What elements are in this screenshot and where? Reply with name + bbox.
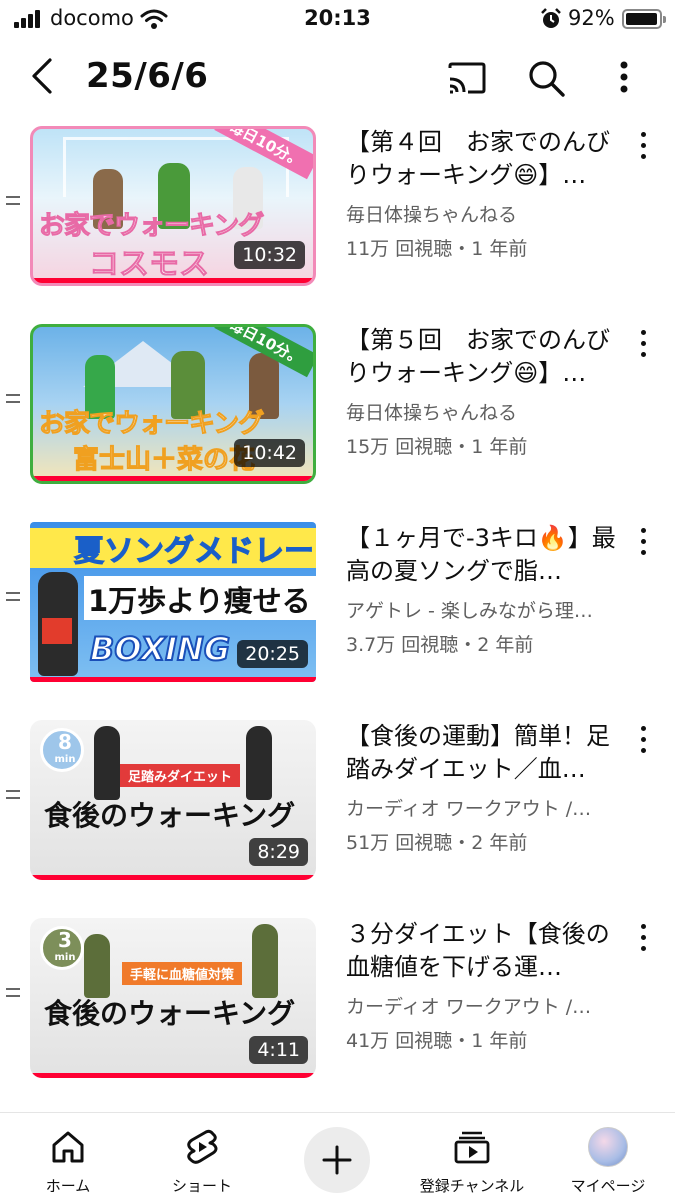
nav-mypage[interactable]: マイページ xyxy=(548,1123,668,1199)
back-arrow-icon xyxy=(32,58,52,94)
nav-label: ショート xyxy=(171,1177,232,1195)
search-button[interactable] xyxy=(524,56,568,100)
more-vert-icon[interactable] xyxy=(636,330,652,360)
more-vert-icon xyxy=(620,61,628,93)
channel-name[interactable]: 毎日体操ちゃんねる xyxy=(346,200,628,227)
watch-progress-bar xyxy=(33,476,313,481)
shorts-icon xyxy=(187,1129,218,1164)
thumbnail-caption: お家でウォーキング xyxy=(38,409,264,440)
video-metadata: 51万 回視聴・2 年前 xyxy=(346,832,528,854)
home-icon xyxy=(52,1131,84,1163)
video-duration: 10:32 xyxy=(234,241,305,269)
video-metadata: 15万 回視聴・1 年前 xyxy=(346,436,528,458)
channel-name[interactable]: カーディオ ワークアウト /… xyxy=(346,794,628,821)
video-metadata: 11万 回視聴・1 年前 xyxy=(346,238,528,260)
nav-label: 登録チャンネル xyxy=(419,1177,525,1195)
more-vert-icon[interactable] xyxy=(636,726,652,756)
thumbnail-caption: コスモス xyxy=(89,247,210,283)
watch-progress-bar xyxy=(30,875,316,880)
video-title[interactable]: 【第４回 お家でのんびりウォーキング😄】… xyxy=(346,126,628,191)
more-vert-icon[interactable] xyxy=(636,924,652,954)
thumbnail-caption: 食後のウォーキング xyxy=(44,997,296,1030)
bottom-navigation: ホーム ショート 登録チャンネル マイページ xyxy=(0,1112,675,1200)
thumbnail-minutes: 3 xyxy=(58,928,72,952)
header: 25/6/6 xyxy=(0,44,675,110)
video-thumbnail[interactable]: 夏ソングメドレー 1万歩より痩せる BOXING 20:25 xyxy=(30,522,316,682)
status-bar: docomo 20:13 92% xyxy=(0,0,675,40)
drag-handle-icon[interactable] xyxy=(6,790,22,804)
thumbnail-badge: 手軽に血糖値対策 xyxy=(122,962,243,985)
video-title[interactable]: ３分ダイエット【食後の血糖値を下げる運… xyxy=(346,918,628,983)
list-item[interactable]: 夏ソングメドレー 1万歩より痩せる BOXING 20:25 【１ヶ月で-3キロ… xyxy=(0,514,675,686)
video-thumbnail[interactable]: 3 min 手軽に血糖値対策 食後のウォーキング 4:11 xyxy=(30,918,316,1078)
battery-icon xyxy=(622,9,666,29)
list-item[interactable]: 3 min 手軽に血糖値対策 食後のウォーキング 4:11 ３分ダイエット【食後… xyxy=(0,910,675,1082)
watch-progress-bar xyxy=(33,278,313,283)
drag-handle-icon[interactable] xyxy=(6,196,22,210)
cast-icon xyxy=(448,62,486,94)
video-duration: 10:42 xyxy=(234,439,305,467)
thumbnail-caption: 食後のウォーキング xyxy=(44,799,296,832)
thumbnail-caption: 1万歩より痩せる xyxy=(88,584,311,618)
video-metadata: 41万 回視聴・1 年前 xyxy=(346,1030,528,1052)
video-duration: 8:29 xyxy=(249,838,308,866)
more-options-button[interactable] xyxy=(602,56,646,100)
channel-name[interactable]: 毎日体操ちゃんねる xyxy=(346,398,628,425)
nav-subscriptions[interactable]: 登録チャンネル xyxy=(412,1123,532,1199)
drag-handle-icon[interactable] xyxy=(6,988,22,1002)
list-item[interactable]: 8 min 足踏みダイエット 食後のウォーキング 8:29 【食後の運動】簡単！… xyxy=(0,712,675,884)
nav-label: マイページ xyxy=(570,1177,646,1195)
video-title[interactable]: 【１ヶ月で-3キロ🔥】最高の夏ソングで脂… xyxy=(346,522,628,587)
avatar xyxy=(588,1127,628,1167)
watch-progress-bar xyxy=(30,1073,316,1078)
video-duration: 4:11 xyxy=(249,1036,308,1064)
cast-button[interactable] xyxy=(444,56,488,100)
channel-name[interactable]: カーディオ ワークアウト /… xyxy=(346,992,628,1019)
search-icon xyxy=(529,61,565,97)
thumbnail-minutes-unit: min xyxy=(54,754,76,765)
video-title[interactable]: 【食後の運動】簡単！足踏みダイエット／血… xyxy=(346,720,628,785)
back-button[interactable] xyxy=(24,54,64,98)
video-title[interactable]: 【第５回 お家でのんびりウォーキング😄】… xyxy=(346,324,628,389)
alarm-icon xyxy=(541,8,561,28)
page-title: 25/6/6 xyxy=(86,56,209,96)
channel-name[interactable]: アゲトレ - 楽しみながら理… xyxy=(346,596,628,623)
list-item[interactable]: お家でウォーキング コスモス 毎日10分。 10:32 【第４回 お家でのんびり… xyxy=(0,118,675,290)
more-vert-icon[interactable] xyxy=(636,132,652,162)
subscriptions-icon xyxy=(454,1131,490,1164)
thumbnail-minutes: 8 xyxy=(58,730,72,754)
video-thumbnail[interactable]: お家でウォーキング 富士山＋菜の花 毎日10分。 10:42 xyxy=(30,324,316,484)
video-metadata: 3.7万 回視聴・2 年前 xyxy=(346,634,534,656)
list-item[interactable]: お家でウォーキング 富士山＋菜の花 毎日10分。 10:42 【第５回 お家での… xyxy=(0,316,675,488)
create-button[interactable] xyxy=(304,1127,370,1193)
battery-percentage: 92% xyxy=(568,6,615,30)
video-thumbnail[interactable]: 8 min 足踏みダイエット 食後のウォーキング 8:29 xyxy=(30,720,316,880)
watch-progress-bar xyxy=(30,677,316,682)
drag-handle-icon[interactable] xyxy=(6,592,22,606)
more-vert-icon[interactable] xyxy=(636,528,652,558)
thumbnail-caption: BOXING xyxy=(89,629,231,669)
video-thumbnail[interactable]: お家でウォーキング コスモス 毎日10分。 10:32 xyxy=(30,126,316,286)
thumbnail-minutes-unit: min xyxy=(54,952,76,963)
nav-shorts[interactable]: ショート xyxy=(142,1123,262,1199)
thumbnail-badge: 足踏みダイエット xyxy=(120,764,240,787)
thumbnail-caption: 夏ソングメドレー xyxy=(74,534,315,570)
video-duration: 20:25 xyxy=(237,640,308,668)
thumbnail-caption: 富士山＋菜の花 xyxy=(72,445,256,476)
nav-label: ホーム xyxy=(45,1177,91,1195)
plus-icon xyxy=(322,1145,352,1175)
thumbnail-caption: お家でウォーキング xyxy=(38,211,264,242)
nav-home[interactable]: ホーム xyxy=(8,1123,128,1199)
drag-handle-icon[interactable] xyxy=(6,394,22,408)
